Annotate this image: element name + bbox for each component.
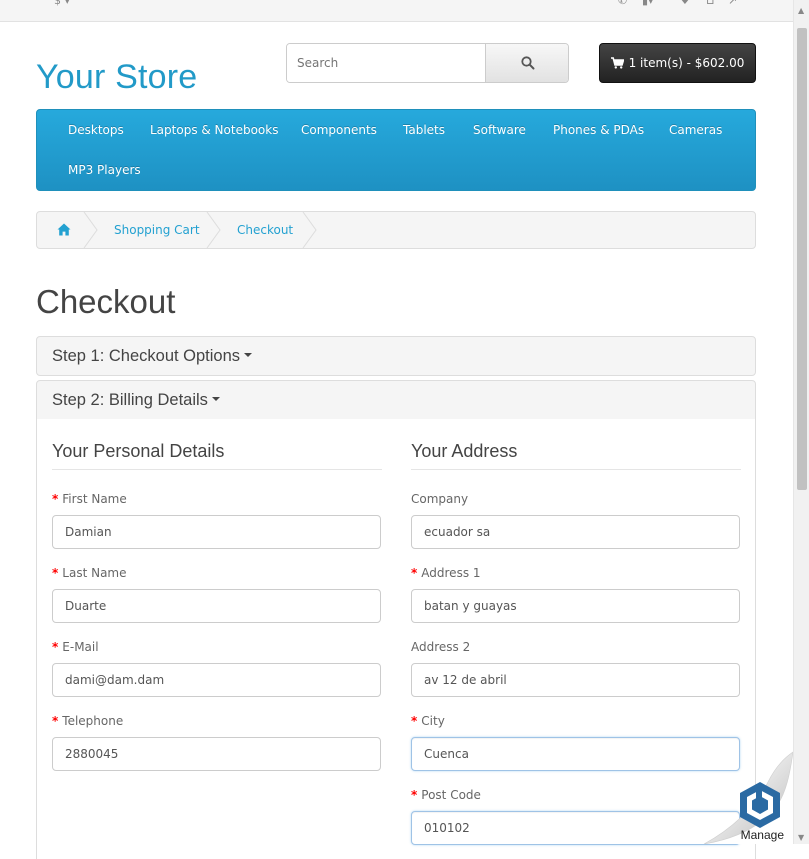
menu-item-desktops[interactable]: Desktops [68,123,124,137]
main-menu: Desktops Laptops & Notebooks Components … [36,109,756,191]
telephone-field[interactable] [52,737,381,771]
address-2-field[interactable] [411,663,740,697]
manage-widget[interactable]: Manage [700,738,793,844]
last-name-field[interactable] [52,589,381,623]
address-1-field[interactable] [411,589,740,623]
phone-icon[interactable]: ✆ [618,0,627,7]
top-bar: $ ▾ ✆ ▮▾ ♥ ⊔ ↗ [0,0,793,22]
vertical-scrollbar[interactable]: ▲ ▼ [793,0,809,844]
city-field[interactable] [411,737,740,771]
required-mark: * [411,566,418,580]
step2-title: Step 2: Billing Details [52,390,208,409]
company-label: Company [411,492,469,506]
page-title: Checkout [36,283,176,320]
search-button[interactable] [485,44,568,82]
required-mark: * [52,640,59,654]
required-mark: * [52,714,59,728]
breadcrumb-separator [83,212,98,248]
cart-button[interactable]: 1 item(s) - $602.00 [599,43,756,83]
home-icon[interactable] [57,223,71,236]
search-group [286,43,569,83]
post-code-field[interactable] [411,811,740,845]
address-2-label: Address 2 [411,640,471,654]
telephone-label: * Telephone [52,714,124,728]
scroll-up-arrow-icon[interactable]: ▲ [798,6,804,15]
cart-top-icon[interactable]: ⊔ [706,0,715,7]
breadcrumb-shopping-cart[interactable]: Shopping Cart [114,223,200,237]
required-mark: * [411,788,418,802]
menu-item-phones-pdas[interactable]: Phones & PDAs [553,123,644,137]
address-legend: Your Address [411,441,741,470]
billing-details-body: Your Personal Details *First Name *Last … [36,419,756,859]
caret-down-icon [244,353,253,357]
wishlist-icon[interactable]: ♥ [680,0,690,7]
breadcrumb-checkout[interactable]: Checkout [237,223,293,237]
shopping-cart-icon [610,57,624,69]
store-logo[interactable]: Your Store [36,58,197,97]
menu-item-components[interactable]: Components [301,123,377,137]
last-name-label: * Last Name [52,566,127,580]
menu-item-mp3-players[interactable]: MP3 Players [68,163,141,177]
menu-item-tablets[interactable]: Tablets [403,123,445,137]
required-mark: * [411,714,418,728]
step1-title: Step 1: Checkout Options [52,346,241,365]
step2-billing-details[interactable]: Step 2: Billing Details [36,380,756,420]
menu-item-software[interactable]: Software [473,123,526,137]
manage-logo-icon [740,782,780,828]
search-input[interactable] [287,44,485,82]
required-mark: * [52,566,59,580]
manage-label: Manage [740,828,784,842]
account-icon[interactable]: ▮▾ [642,0,654,7]
checkout-top-icon[interactable]: ↗ [728,0,737,7]
first-name-field[interactable] [52,515,381,549]
scroll-thumb[interactable] [797,28,807,490]
breadcrumb-separator [302,212,317,248]
step1-checkout-options[interactable]: Step 1: Checkout Options [36,336,756,376]
currency-icon[interactable]: $ ▾ [54,0,70,7]
breadcrumb: Shopping Cart Checkout [36,211,756,249]
scroll-down-arrow-icon[interactable]: ▼ [798,833,804,842]
required-mark: * [52,492,59,506]
email-field[interactable] [52,663,381,697]
email-label: * E-Mail [52,640,99,654]
post-code-label: * Post Code [411,788,481,802]
city-label: * City [411,714,445,728]
menu-item-laptops-notebooks[interactable]: Laptops & Notebooks [150,123,278,137]
caret-down-icon [211,397,220,401]
company-field[interactable] [411,515,740,549]
menu-item-cameras[interactable]: Cameras [669,123,722,137]
first-name-label: * First Name [52,492,127,506]
address-1-label: * Address 1 [411,566,481,580]
breadcrumb-separator [206,212,221,248]
cart-total: 1 item(s) - $602.00 [628,56,745,70]
personal-details-legend: Your Personal Details [52,441,382,470]
search-icon [520,56,534,70]
